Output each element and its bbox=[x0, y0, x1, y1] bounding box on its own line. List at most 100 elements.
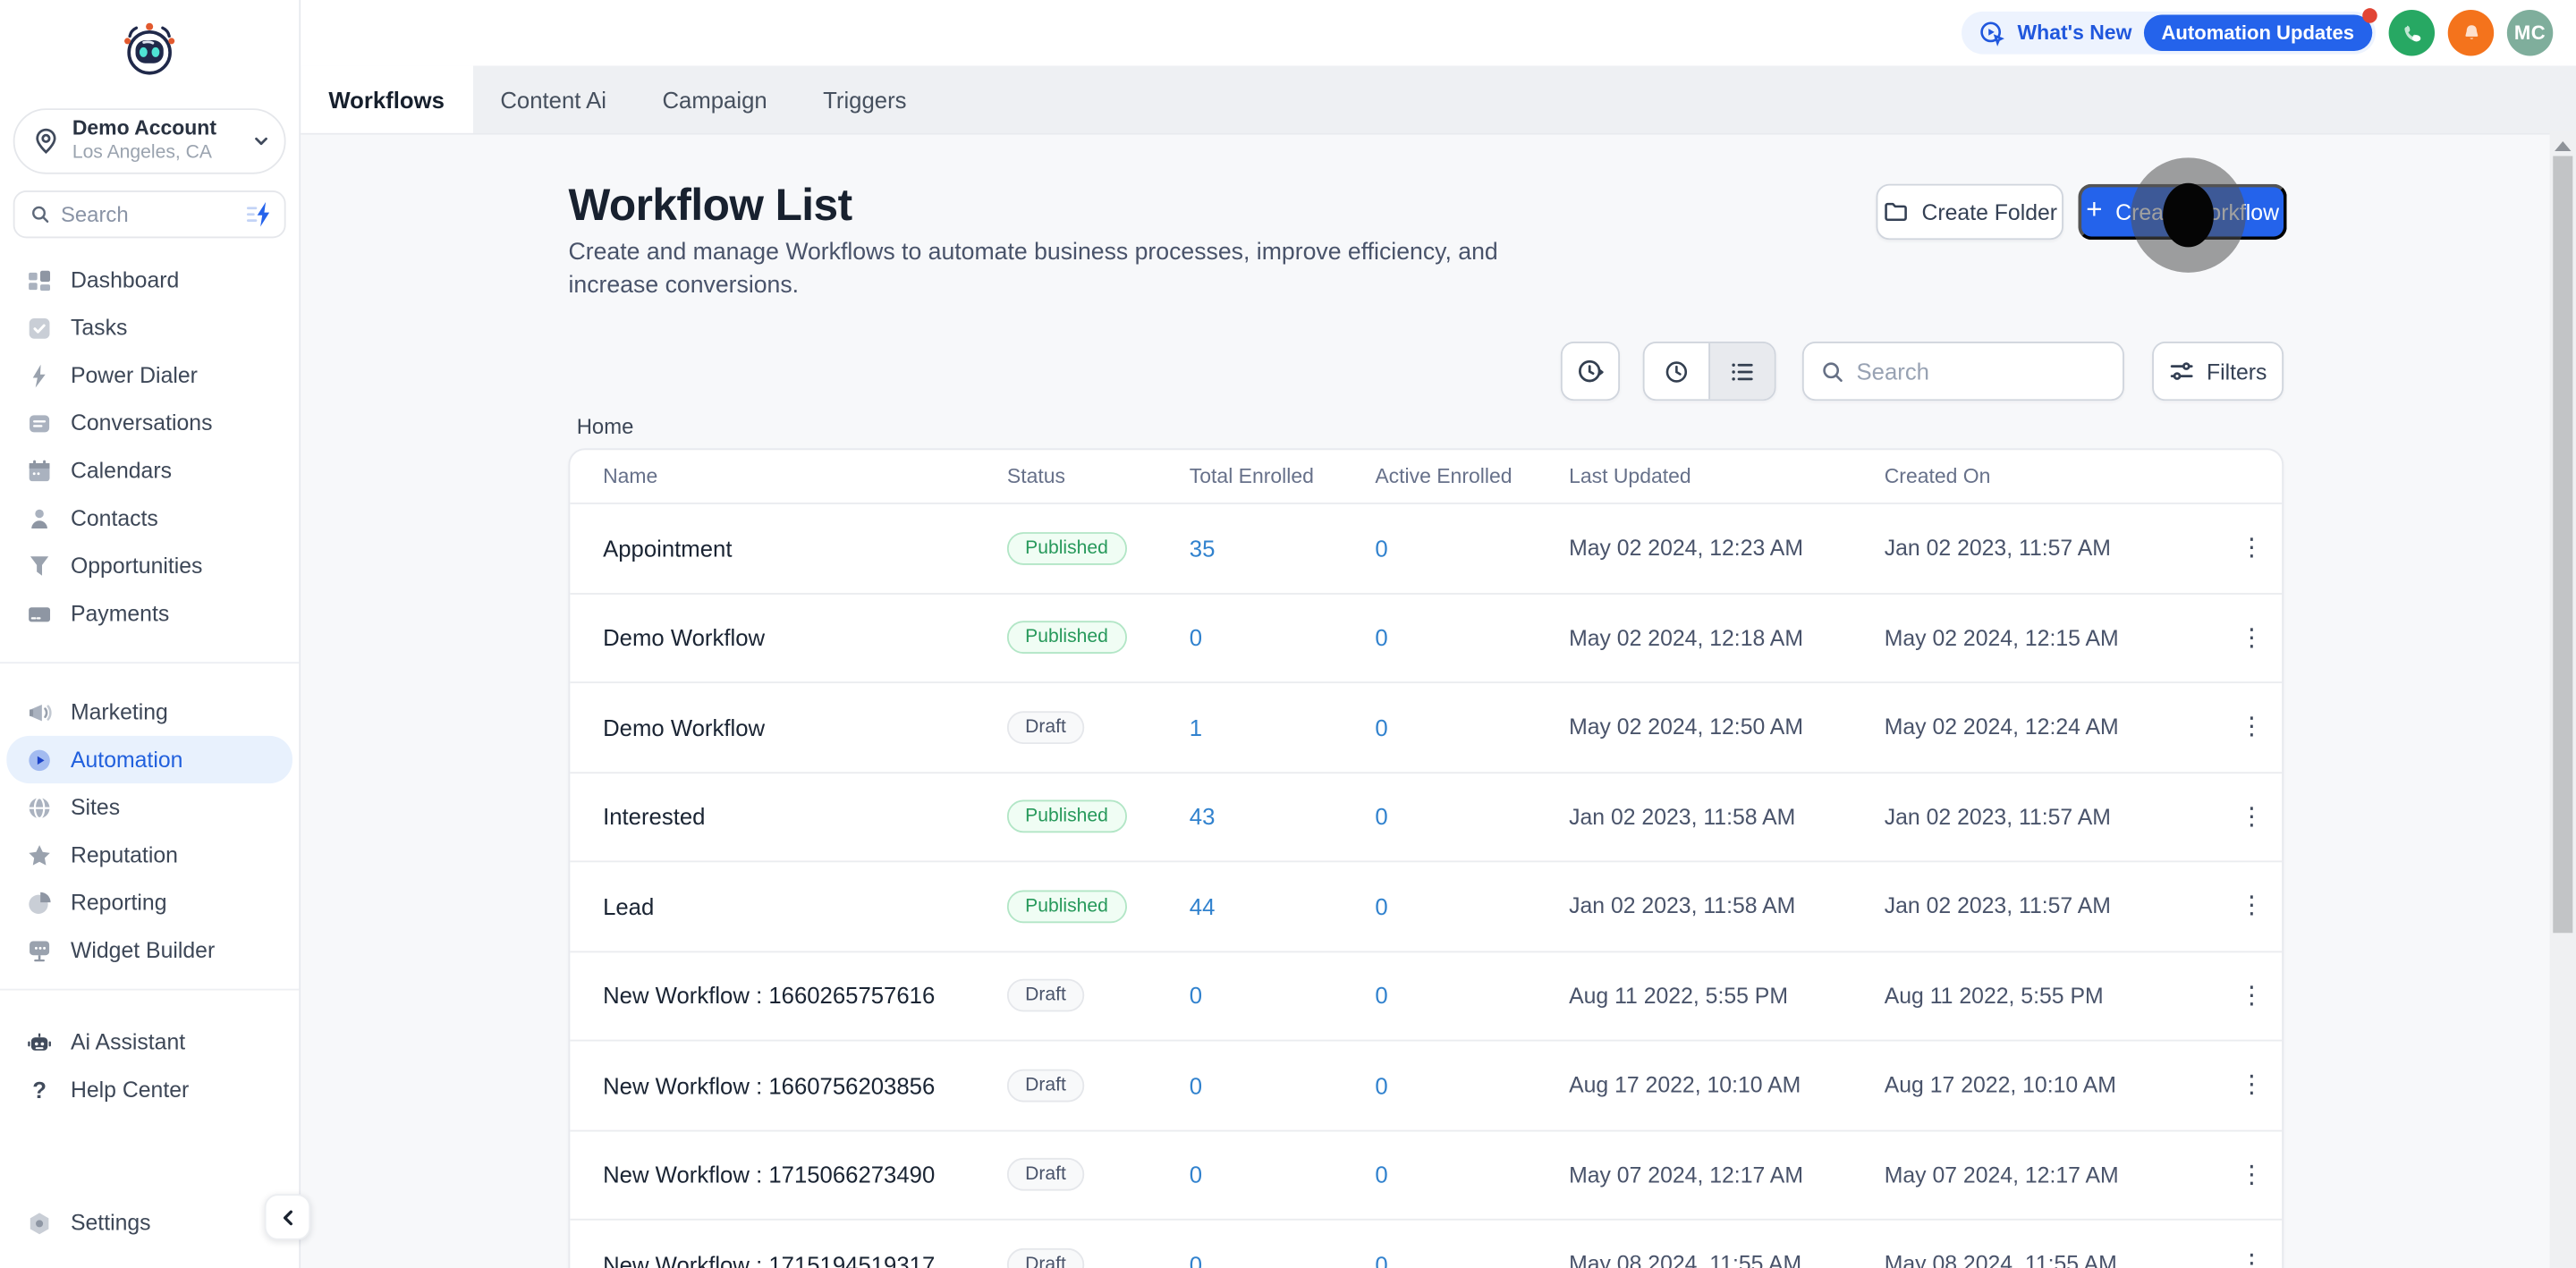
active-enrolled-link[interactable]: 0 bbox=[1375, 624, 1569, 650]
workflow-name[interactable]: New Workflow : 1660756203856 bbox=[603, 1072, 1007, 1098]
workflow-name[interactable]: Demo Workflow bbox=[603, 714, 1007, 740]
last-updated: May 08 2024, 11:55 AM bbox=[1569, 1252, 1802, 1268]
workflow-search-input[interactable] bbox=[1856, 358, 2154, 385]
total-enrolled-link[interactable]: 35 bbox=[1190, 535, 1376, 561]
active-enrolled-link[interactable]: 0 bbox=[1375, 893, 1569, 919]
sidebar-item[interactable]: Payments bbox=[6, 589, 292, 637]
sidebar-item[interactable]: Tasks bbox=[6, 304, 292, 351]
workflow-name[interactable]: Appointment bbox=[603, 535, 1007, 561]
sidebar-item[interactable]: Automation bbox=[6, 735, 292, 784]
sidebar-item[interactable]: Marketing bbox=[6, 689, 292, 736]
notifications-bell-button[interactable] bbox=[2447, 10, 2495, 56]
scrollbar-thumb[interactable] bbox=[2553, 156, 2573, 934]
table-row[interactable]: Interested Published 43 0 Jan 02 2023, 1… bbox=[570, 773, 2283, 863]
tab[interactable]: Campaign bbox=[634, 65, 795, 132]
sidebar-item[interactable]: Sites bbox=[6, 783, 292, 831]
active-enrolled-link[interactable]: 0 bbox=[1375, 983, 1569, 1009]
workflow-name[interactable]: Lead bbox=[603, 893, 1007, 919]
sidebar-item[interactable]: Widget Builder bbox=[6, 926, 292, 974]
sidebar-item[interactable]: Ai Assistant bbox=[6, 1019, 292, 1066]
col-last-updated: Last Updated bbox=[1569, 464, 1691, 488]
list-view-button[interactable] bbox=[1708, 342, 1775, 400]
total-enrolled-link[interactable]: 44 bbox=[1190, 893, 1376, 919]
status-badge: Published bbox=[1006, 799, 1127, 833]
total-enrolled-link[interactable]: 0 bbox=[1190, 624, 1376, 650]
table-row[interactable]: New Workflow : 1660756203856 Draft 0 0 A… bbox=[570, 1041, 2283, 1131]
sidebar-item[interactable]: Dashboard bbox=[6, 257, 292, 304]
account-selector[interactable]: Demo Account Los Angeles, CA bbox=[13, 108, 286, 174]
table-row[interactable]: Demo Workflow Published 0 0 May 02 2024,… bbox=[570, 594, 2283, 684]
last-updated: May 07 2024, 12:17 AM bbox=[1569, 1162, 1803, 1188]
total-enrolled-link[interactable]: 43 bbox=[1190, 804, 1376, 830]
last-updated: May 02 2024, 12:23 AM bbox=[1569, 536, 1803, 561]
breadcrumb[interactable]: Home bbox=[577, 414, 634, 439]
sidebar-search[interactable]: Search bbox=[13, 190, 286, 239]
tab[interactable]: Workflows bbox=[301, 65, 473, 133]
tab[interactable]: Triggers bbox=[795, 65, 935, 132]
sidebar-item-settings[interactable]: Settings bbox=[6, 1199, 292, 1247]
sidebar-item[interactable]: Reputation bbox=[6, 831, 292, 878]
sidebar-item[interactable]: Conversations bbox=[6, 399, 292, 446]
workflow-name[interactable]: New Workflow : 1715194519317 bbox=[603, 1251, 1007, 1268]
ai-quick-actions-icon[interactable] bbox=[246, 201, 275, 227]
sidebar-item[interactable]: ? Help Center bbox=[6, 1066, 292, 1113]
workflow-name[interactable]: New Workflow : 1715066273490 bbox=[603, 1162, 1007, 1188]
automation-icon bbox=[26, 747, 52, 773]
sidebar-collapse-button[interactable] bbox=[264, 1194, 311, 1240]
pending-view-button[interactable] bbox=[1645, 343, 1709, 399]
table-row[interactable]: New Workflow : 1715194519317 Draft 0 0 M… bbox=[570, 1221, 2282, 1268]
sidebar-item[interactable]: Calendars bbox=[6, 447, 292, 495]
row-menu-button[interactable]: ⋮ bbox=[2221, 894, 2282, 919]
row-menu-button[interactable]: ⋮ bbox=[2221, 1162, 2282, 1188]
reporting-icon bbox=[26, 890, 52, 916]
create-folder-button[interactable]: Create Folder bbox=[1876, 183, 2063, 241]
sidebar-menu-tertiary: Ai Assistant ? Help Center bbox=[6, 1019, 292, 1114]
whats-new-button[interactable]: What's New Automation Updates bbox=[1962, 8, 2377, 55]
row-menu-button[interactable]: ⋮ bbox=[2221, 1073, 2282, 1098]
row-menu-button[interactable]: ⋮ bbox=[2221, 714, 2282, 740]
row-menu-button[interactable]: ⋮ bbox=[2221, 536, 2282, 561]
workflow-name[interactable]: Interested bbox=[603, 804, 1007, 830]
total-enrolled-link[interactable]: 0 bbox=[1190, 1251, 1376, 1268]
table-row[interactable]: Appointment Published 35 0 May 02 2024, … bbox=[570, 504, 2283, 594]
table-row[interactable]: Demo Workflow Draft 1 0 May 02 2024, 12:… bbox=[570, 683, 2283, 773]
sidebar-item[interactable]: Opportunities bbox=[6, 542, 292, 589]
power-dialer-icon bbox=[26, 362, 52, 388]
status-badge: Published bbox=[1006, 890, 1127, 923]
table-row[interactable]: New Workflow : 1715066273490 Draft 0 0 M… bbox=[570, 1131, 2283, 1221]
col-created-on: Created On bbox=[1884, 464, 1991, 488]
workflow-name[interactable]: New Workflow : 1660265757616 bbox=[603, 983, 1007, 1009]
workflow-name[interactable]: Demo Workflow bbox=[603, 624, 1007, 650]
total-enrolled-link[interactable]: 1 bbox=[1190, 714, 1376, 740]
active-enrolled-link[interactable]: 0 bbox=[1375, 1251, 1569, 1268]
table-row[interactable]: New Workflow : 1660265757616 Draft 0 0 A… bbox=[570, 951, 2283, 1042]
active-enrolled-link[interactable]: 0 bbox=[1375, 714, 1569, 740]
sidebar-search-placeholder: Search bbox=[60, 201, 129, 227]
row-menu-button[interactable]: ⋮ bbox=[2221, 984, 2282, 1009]
sidebar-item[interactable]: Power Dialer bbox=[6, 351, 292, 399]
total-enrolled-link[interactable]: 0 bbox=[1190, 1162, 1376, 1188]
enrollment-history-button[interactable] bbox=[1560, 342, 1621, 402]
scroll-up-arrow-icon[interactable] bbox=[2555, 140, 2572, 151]
row-menu-button[interactable]: ⋮ bbox=[2221, 625, 2282, 650]
user-avatar[interactable]: MC bbox=[2506, 10, 2554, 56]
help-icon: ? bbox=[26, 1077, 52, 1103]
active-enrolled-link[interactable]: 0 bbox=[1375, 535, 1569, 561]
sidebar-menu-primary: Dashboard Tasks Power Dialer Conversatio… bbox=[6, 257, 292, 638]
automation-updates-badge[interactable]: Automation Updates bbox=[2143, 8, 2377, 51]
workflow-search[interactable] bbox=[1801, 342, 2154, 402]
page-scrollbar[interactable] bbox=[2549, 131, 2576, 1268]
sidebar-item[interactable]: Contacts bbox=[6, 495, 292, 542]
total-enrolled-link[interactable]: 0 bbox=[1190, 983, 1376, 1009]
active-enrolled-link[interactable]: 0 bbox=[1375, 1162, 1569, 1188]
row-menu-button[interactable]: ⋮ bbox=[2221, 805, 2282, 830]
filters-button[interactable]: Filters bbox=[2152, 342, 2284, 402]
phone-button[interactable] bbox=[2388, 10, 2436, 56]
total-enrolled-link[interactable]: 0 bbox=[1190, 1072, 1376, 1098]
table-row[interactable]: Lead Published 44 0 Jan 02 2023, 11:58 A… bbox=[570, 862, 2283, 952]
row-menu-button[interactable]: ⋮ bbox=[2221, 1252, 2282, 1268]
active-enrolled-link[interactable]: 0 bbox=[1375, 804, 1569, 830]
tab[interactable]: Content Ai bbox=[472, 65, 634, 132]
sidebar-item[interactable]: Reporting bbox=[6, 879, 292, 926]
active-enrolled-link[interactable]: 0 bbox=[1375, 1072, 1569, 1098]
